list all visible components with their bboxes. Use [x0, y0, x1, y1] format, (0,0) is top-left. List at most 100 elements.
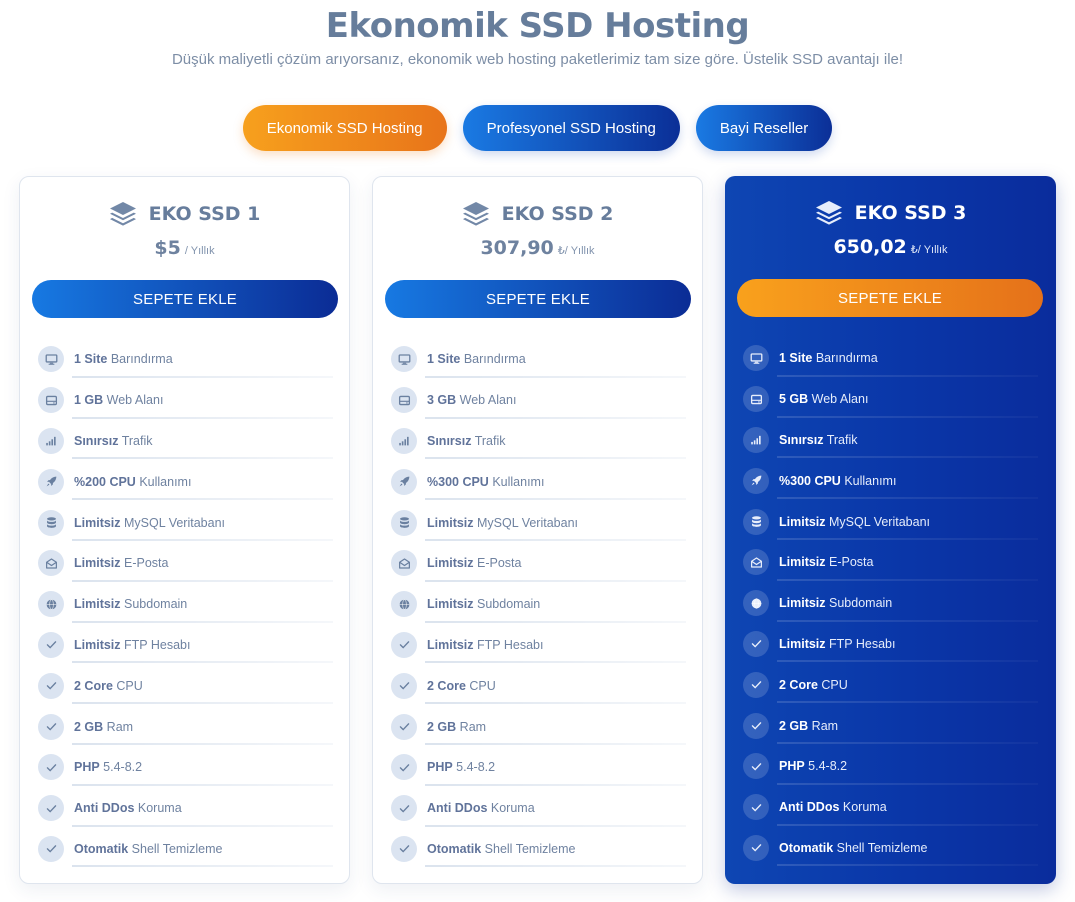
feature-highlight: PHP: [779, 759, 805, 774]
plan-header: EKO SSD 2: [373, 199, 702, 229]
feature-item: %200 CPU Kullanımı: [38, 461, 333, 502]
feature-label: Ram: [456, 719, 487, 734]
add-to-cart-button[interactable]: SEPETE EKLE: [385, 280, 691, 318]
feature-highlight: Otomatik: [779, 840, 834, 855]
feature-text: 5 GB Web Alanı: [779, 392, 868, 406]
feature-highlight: 1 Site: [74, 352, 108, 367]
feature-text: Sınırsız Trafik: [74, 434, 153, 448]
check-icon: [38, 754, 64, 781]
tab-profesyonel-ssd-hosting[interactable]: Profesyonel SSD Hosting: [462, 105, 680, 151]
feature-label: FTP Hesabı: [473, 637, 544, 652]
feature-item: PHP 5.4-8.2: [743, 746, 1038, 787]
feature-label: Kullanımı: [488, 474, 545, 489]
feature-highlight: 2 Core: [779, 677, 818, 692]
feature-label: Shell Temizleme: [833, 840, 928, 855]
feature-item: Sınırsız Trafik: [38, 421, 333, 462]
tab-bayi-reseller[interactable]: Bayi Reseller: [695, 105, 833, 151]
feature-label: CPU: [465, 678, 496, 693]
plan-price: 650,02: [833, 236, 907, 258]
feature-item: 2 Core CPU: [391, 665, 686, 706]
feature-highlight: Limitsiz: [779, 514, 826, 529]
feature-item: Limitsiz E-Posta: [38, 543, 333, 584]
feature-item: Limitsiz MySQL Veritabanı: [743, 501, 1038, 542]
envelope-icon: [743, 549, 769, 576]
feature-item: Limitsiz E-Posta: [391, 543, 686, 584]
feature-text: Limitsiz MySQL Veritabanı: [427, 516, 578, 530]
feature-highlight: 5 GB: [779, 392, 809, 407]
feature-item: Otomatik Shell Temizleme: [38, 829, 333, 870]
feature-item: 2 Core CPU: [743, 664, 1038, 705]
feature-item: 5 GB Web Alanı: [743, 379, 1038, 420]
check-icon: [391, 754, 417, 781]
globe-icon: [743, 590, 769, 617]
feature-list: 1 Site Barındırma 1 GB Web Alanı Sınırsız …: [38, 339, 333, 869]
price-row: $5 / Yıllık: [20, 237, 349, 259]
feature-text: Limitsiz FTP Hesabı: [779, 637, 895, 651]
feature-label: MySQL Veritabanı: [473, 515, 578, 530]
rocket-icon: [743, 467, 769, 494]
monitor-icon: [391, 346, 417, 373]
feature-highlight: 2 GB: [74, 719, 104, 734]
layers-icon: [462, 202, 489, 226]
monitor-icon: [743, 345, 769, 372]
plan-category-tabs: Ekonomik SSD Hosting Profesyonel SSD Hos…: [0, 105, 1075, 151]
check-icon: [391, 631, 417, 658]
feature-label: Barındırma: [107, 352, 173, 367]
add-to-cart-button[interactable]: SEPETE EKLE: [737, 279, 1043, 317]
tab-ekonomik-ssd-hosting[interactable]: Ekonomik SSD Hosting: [242, 105, 447, 151]
feature-item: Sınırsız Trafik: [743, 420, 1038, 461]
check-icon: [743, 753, 769, 780]
feature-highlight: 3 GB: [427, 393, 457, 408]
feature-list: 1 Site Barındırma 3 GB Web Alanı Sınırsız …: [391, 339, 686, 869]
hard-drive-icon: [743, 386, 769, 413]
feature-item: Limitsiz MySQL Veritabanı: [38, 502, 333, 543]
check-icon: [38, 795, 64, 822]
signal-icon: [38, 427, 64, 454]
feature-highlight: Otomatik: [427, 841, 482, 856]
feature-label: Koruma: [839, 800, 887, 815]
feature-highlight: Limitsiz: [427, 515, 474, 530]
check-icon: [743, 712, 769, 739]
check-icon: [391, 835, 417, 862]
feature-label: FTP Hesabı: [120, 637, 191, 652]
feature-highlight: 2 GB: [427, 719, 457, 734]
rocket-icon: [391, 468, 417, 495]
feature-text: Limitsiz FTP Hesabı: [427, 638, 543, 652]
feature-text: Anti DDos Koruma: [427, 801, 535, 815]
feature-item: %300 CPU Kullanımı: [743, 460, 1038, 501]
feature-text: 2 GB Ram: [779, 719, 838, 733]
feature-highlight: Otomatik: [74, 841, 129, 856]
feature-text: Anti DDos Koruma: [779, 800, 887, 814]
feature-highlight: 2 Core: [427, 678, 466, 693]
database-icon: [38, 509, 64, 536]
feature-text: Limitsiz Subdomain: [779, 596, 892, 610]
plan-header: EKO SSD 1: [20, 199, 349, 229]
feature-highlight: 2 Core: [74, 678, 113, 693]
feature-text: Limitsiz MySQL Veritabanı: [779, 515, 930, 529]
feature-text: 2 Core CPU: [779, 678, 848, 692]
add-to-cart-button[interactable]: SEPETE EKLE: [32, 280, 338, 318]
feature-highlight: Limitsiz: [779, 596, 826, 611]
feature-label: Trafik: [471, 433, 506, 448]
feature-text: %300 CPU Kullanımı: [427, 475, 544, 489]
feature-item: 1 Site Barındırma: [743, 338, 1038, 379]
feature-text: %200 CPU Kullanımı: [74, 475, 191, 489]
feature-label: MySQL Veritabanı: [825, 514, 930, 529]
feature-text: 2 GB Ram: [74, 720, 133, 734]
feature-highlight: PHP: [74, 760, 100, 775]
feature-label: Kullanımı: [840, 473, 897, 488]
price-row: 307,90 ₺/ Yıllık: [373, 237, 702, 259]
feature-item: 2 Core CPU: [38, 665, 333, 706]
plan-name: EKO SSD 2: [501, 203, 614, 225]
feature-item: Anti DDos Koruma: [38, 788, 333, 829]
feature-text: Limitsiz E-Posta: [74, 556, 168, 570]
feature-label: Subdomain: [120, 597, 188, 612]
feature-label: Trafik: [118, 433, 153, 448]
feature-text: Limitsiz Subdomain: [427, 597, 540, 611]
feature-highlight: Anti DDos: [74, 801, 135, 816]
database-icon: [743, 508, 769, 535]
feature-label: Koruma: [487, 801, 535, 816]
feature-text: Limitsiz E-Posta: [427, 556, 521, 570]
feature-highlight: Sınırsız: [779, 432, 824, 447]
feature-item: Limitsiz E-Posta: [743, 542, 1038, 583]
